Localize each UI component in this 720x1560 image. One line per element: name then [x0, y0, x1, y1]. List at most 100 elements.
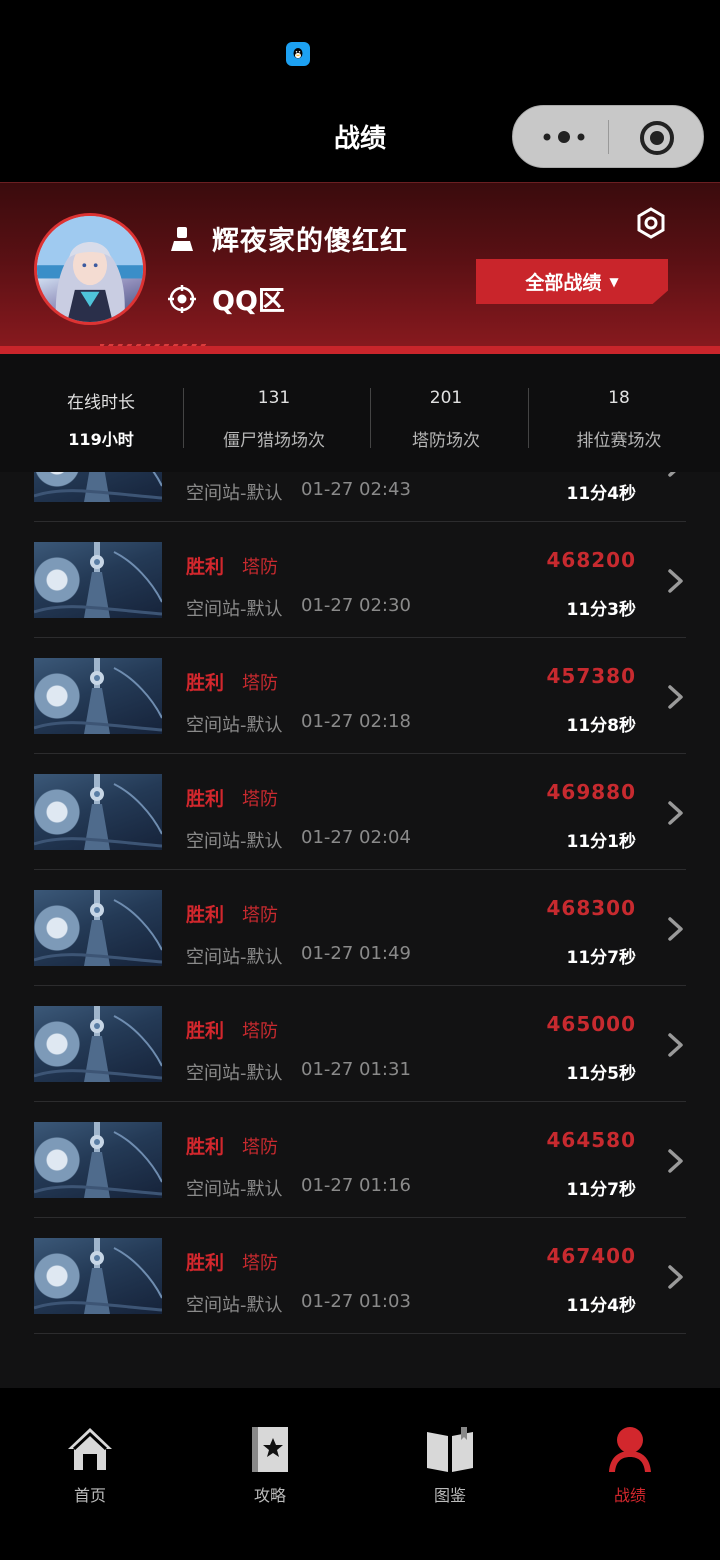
stat-tower: 201 塔防场次 [376, 388, 516, 451]
match-result: 胜利 [186, 1252, 225, 1274]
match-map: 空间站-默认 [186, 947, 283, 968]
chevron-right-icon [668, 1149, 683, 1173]
match-mode: 塔防 [242, 1137, 278, 1158]
player-name-row: 辉夜家的傻红红 [170, 219, 408, 258]
book-star-icon [252, 1427, 288, 1472]
match-row[interactable]: 胜利 塔防 空间站-默认 01-27 01:16 464580 11分7秒 [0, 1102, 720, 1218]
chevron-right-icon [668, 917, 683, 941]
chevron-right-icon [668, 569, 683, 593]
match-row[interactable]: 胜利 塔防 空间站-默认 01-27 02:04 469880 11分1秒 [0, 754, 720, 870]
map-thumbnail [34, 542, 162, 618]
match-result: 胜利 [186, 672, 225, 694]
match-list[interactable]: 胜利 塔防 空间站-默认 01-27 02:43 11分4秒 胜利 塔防 空间站… [0, 472, 720, 1388]
match-score: 467400 [546, 1244, 636, 1268]
stat-online-value: 119小时 [68, 430, 134, 449]
map-thumbnail [34, 1122, 162, 1198]
qq-icon [286, 42, 310, 66]
match-time: 01-27 02:30 [301, 595, 411, 616]
status-bar [0, 0, 720, 100]
bottom-nav: 首页 攻略 图鉴 战绩 [0, 1388, 720, 1560]
more-icon[interactable] [539, 125, 589, 149]
all-records-label: 全部战绩 [525, 272, 602, 294]
match-result: 胜利 [186, 904, 225, 926]
match-mode: 塔防 [242, 1021, 278, 1042]
match-map: 空间站-默认 [186, 715, 283, 736]
match-map: 空间站-默认 [186, 1179, 283, 1200]
match-row[interactable]: 胜利 塔防 空间站-默认 01-27 02:18 457380 11分8秒 [0, 638, 720, 754]
chevron-right-icon [668, 685, 683, 709]
stat-ranked: 18 排位赛场次 [544, 388, 694, 451]
match-mode: 塔防 [242, 789, 278, 810]
nav-home-label: 首页 [73, 1486, 106, 1505]
nav-records[interactable]: 战绩 [580, 1424, 680, 1506]
match-score: 468300 [546, 896, 636, 920]
match-time: 01-27 02:18 [301, 711, 411, 732]
match-time: 01-27 02:04 [301, 827, 411, 848]
stat-online-label: 在线时长 [67, 393, 135, 413]
stat-ranked-value: 18 [608, 388, 630, 408]
match-row[interactable]: 胜利 塔防 空间站-默认 01-27 02:43 11分4秒 [0, 472, 720, 522]
decor-stripe [0, 346, 720, 354]
match-result: 胜利 [186, 1020, 225, 1042]
open-book-icon [427, 1427, 473, 1472]
match-score: 464580 [546, 1128, 636, 1152]
close-circle-icon[interactable] [639, 120, 675, 156]
match-mode: 塔防 [242, 1253, 278, 1274]
avatar[interactable] [34, 213, 146, 325]
title-bar: 战绩 [0, 100, 720, 182]
zone-row: QQ区 [168, 279, 285, 318]
match-map: 空间站-默认 [186, 483, 283, 504]
match-row[interactable]: 胜利 塔防 空间站-默认 01-27 01:03 467400 11分4秒 [0, 1218, 720, 1334]
match-duration: 11分4秒 [566, 1296, 637, 1316]
chevron-right-icon [668, 1033, 683, 1057]
stat-tower-value: 201 [429, 388, 463, 408]
match-score: 469880 [546, 780, 636, 804]
match-result: 胜利 [186, 788, 225, 810]
stat-divider [183, 388, 184, 448]
nav-guide-label: 攻略 [253, 1486, 286, 1505]
chevron-right-icon [668, 801, 683, 825]
match-duration: 11分7秒 [566, 1180, 637, 1200]
match-row[interactable]: 胜利 塔防 空间站-默认 01-27 01:49 468300 11分7秒 [0, 870, 720, 986]
match-row[interactable]: 胜利 塔防 空间站-默认 01-27 02:30 468200 11分3秒 [0, 522, 720, 638]
capsule-divider [608, 120, 609, 154]
match-row[interactable]: 胜利 塔防 空间站-默认 01-27 01:31 465000 11分5秒 [0, 986, 720, 1102]
nav-guide[interactable]: 攻略 [220, 1424, 320, 1506]
player-name: 辉夜家的傻红红 [212, 226, 408, 257]
stat-tower-label: 塔防场次 [412, 431, 480, 451]
match-rows: 胜利 塔防 空间站-默认 01-27 02:43 11分4秒 胜利 塔防 空间站… [0, 472, 720, 1334]
hexagon-icon[interactable] [636, 207, 666, 239]
match-result: 胜利 [186, 556, 225, 578]
nav-home[interactable]: 首页 [40, 1424, 140, 1506]
match-mode: 塔防 [242, 557, 278, 578]
match-map: 空间站-默认 [186, 831, 283, 852]
stats-bar: 在线时长 119小时 131 僵尸猎场场次 201 塔防场次 18 排位赛场次 [0, 354, 720, 472]
match-score: 468200 [546, 548, 636, 572]
chevron-down-icon: ▼ [609, 274, 619, 289]
map-thumbnail [34, 1238, 162, 1314]
match-mode: 塔防 [242, 673, 278, 694]
nav-records-label: 战绩 [613, 1486, 646, 1505]
profile-header: 辉夜家的傻红红 QQ区 全部战绩 ▼ [0, 182, 720, 354]
map-thumbnail [34, 774, 162, 850]
all-records-dropdown[interactable]: 全部战绩 ▼ [476, 259, 668, 304]
match-time: 01-27 01:16 [301, 1175, 411, 1196]
stat-divider [528, 388, 529, 448]
match-time: 01-27 02:43 [301, 479, 411, 500]
person-icon [609, 1427, 651, 1472]
stat-ranked-label: 排位赛场次 [576, 431, 662, 451]
map-thumbnail [34, 658, 162, 734]
match-duration: 11分8秒 [566, 716, 637, 736]
match-result: 胜利 [186, 1136, 225, 1158]
user-icon [171, 226, 193, 251]
map-thumbnail [34, 1006, 162, 1082]
match-map: 空间站-默认 [186, 1295, 283, 1316]
match-map: 空间站-默认 [186, 599, 283, 620]
stat-zombie-label: 僵尸猎场场次 [223, 431, 325, 451]
stat-zombie: 131 僵尸猎场场次 [198, 388, 350, 451]
chevron-right-icon [668, 1265, 683, 1289]
map-thumbnail [34, 890, 162, 966]
match-time: 01-27 01:03 [301, 1291, 411, 1312]
map-thumbnail [34, 472, 162, 502]
nav-codex[interactable]: 图鉴 [400, 1424, 500, 1506]
